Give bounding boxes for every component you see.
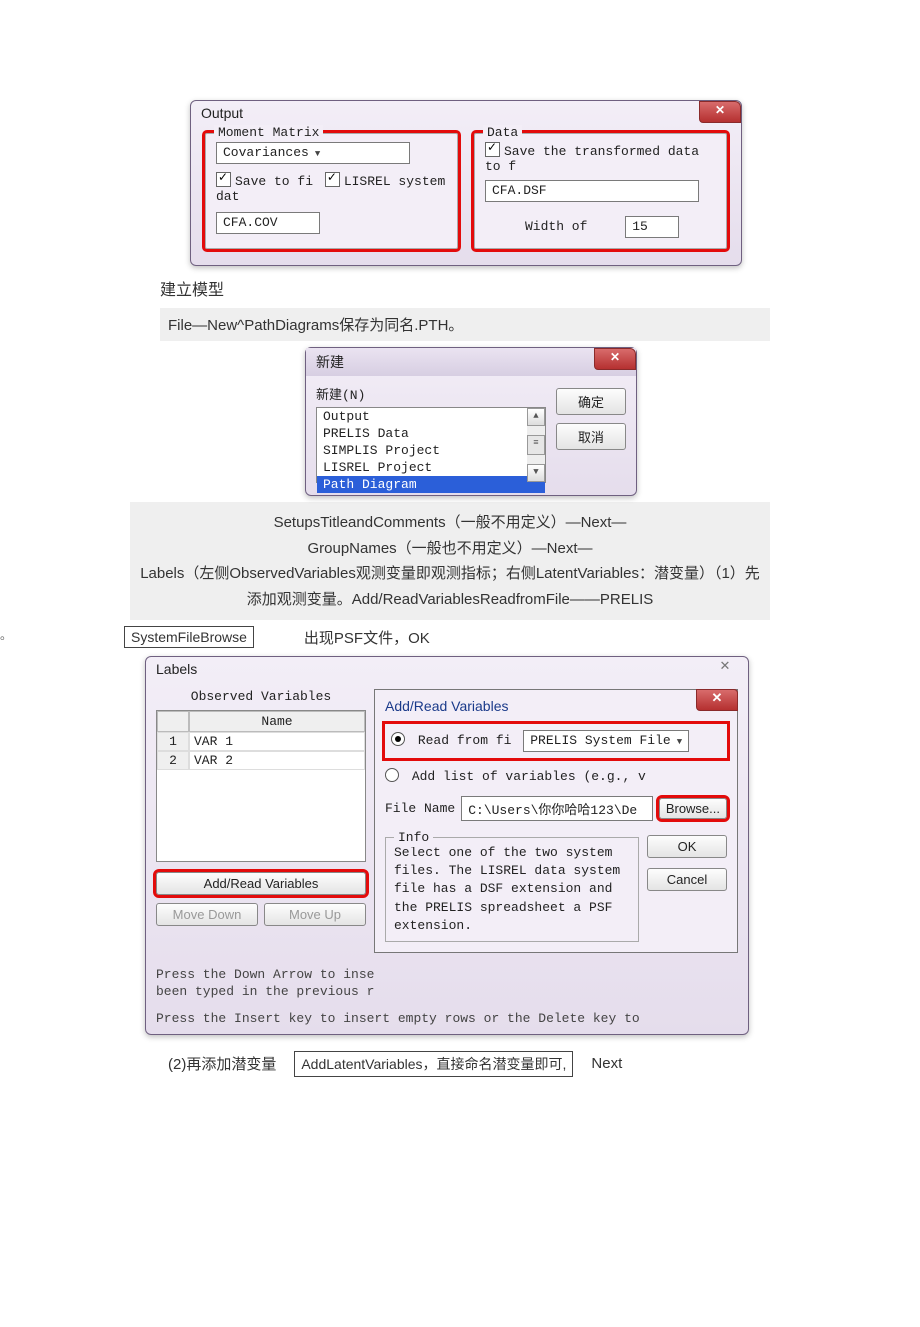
list-item[interactable]: PRELIS Data bbox=[317, 425, 545, 442]
labels-dialog-title: Labels bbox=[146, 657, 748, 681]
add-read-variables-dialog: Add/Read Variables ✕ Read from fi PRELIS… bbox=[374, 689, 738, 953]
data-legend: Data bbox=[483, 125, 522, 140]
data-group: Data Save the transformed data to f CFA.… bbox=[474, 133, 727, 249]
dsf-file-input[interactable]: CFA.DSF bbox=[485, 180, 699, 202]
file-name-label: File Name bbox=[385, 801, 455, 816]
read-from-label: Read from fi bbox=[418, 733, 512, 748]
move-up-button[interactable]: Move Up bbox=[264, 903, 366, 926]
gray-instructions: SetupsTitleandComments（一般不用定义）—Next— Gro… bbox=[130, 502, 770, 620]
hint-line-1: Press the Down Arrow to inse bbox=[146, 963, 748, 984]
observed-variables-panel: Observed Variables Name 1 VAR 1 2 VAR 2 bbox=[156, 689, 366, 953]
add-list-label: Add list of variables (e.g., v bbox=[412, 769, 646, 784]
save-transformed-label: Save the transformed data to f bbox=[485, 144, 699, 174]
name-column-header: Name bbox=[189, 711, 365, 732]
cov-file-input[interactable]: CFA.COV bbox=[216, 212, 320, 234]
list-item[interactable]: SIMPLIS Project bbox=[317, 442, 545, 459]
read-from-file-radio[interactable] bbox=[391, 732, 405, 746]
close-icon[interactable]: ✕ bbox=[710, 659, 740, 674]
info-text: Select one of the two system files. The … bbox=[394, 845, 620, 933]
new-type-listbox[interactable]: Output PRELIS Data SIMPLIS Project LISRE… bbox=[316, 407, 546, 483]
ok-button[interactable]: OK bbox=[647, 835, 727, 858]
table-row[interactable]: 2 VAR 2 bbox=[157, 751, 365, 770]
margin-char: 。 bbox=[0, 626, 12, 643]
caption-model: 建立模型 bbox=[160, 276, 770, 300]
browse-button[interactable]: Browse... bbox=[659, 798, 727, 819]
moment-matrix-group: Moment Matrix Covariances Save to fi LIS… bbox=[205, 133, 458, 249]
list-item[interactable]: Output bbox=[317, 408, 545, 425]
ok-button[interactable]: 确定 bbox=[556, 388, 626, 415]
footer-mid-box: AddLatentVariables，直接命名潜变量即可, bbox=[294, 1051, 573, 1077]
save-to-fi-label: Save to fi bbox=[235, 174, 313, 189]
scroll-thumb[interactable]: ≡ bbox=[527, 435, 545, 455]
new-label: 新建(N) bbox=[316, 384, 546, 403]
close-icon[interactable]: ✕ bbox=[594, 348, 636, 370]
observed-header: Observed Variables bbox=[156, 689, 366, 704]
new-dialog-title: 新建 bbox=[306, 348, 636, 376]
add-read-title: Add/Read Variables bbox=[385, 698, 727, 714]
move-down-button[interactable]: Move Down bbox=[156, 903, 258, 926]
scroll-up-icon[interactable]: ▲ bbox=[527, 408, 545, 426]
moment-matrix-legend: Moment Matrix bbox=[214, 125, 323, 140]
table-row[interactable]: 1 VAR 1 bbox=[157, 732, 365, 751]
info-box: Info Select one of the two system files.… bbox=[385, 837, 639, 942]
scrollbar[interactable]: ▲ ≡ ▼ bbox=[527, 408, 545, 482]
observed-table: Name 1 VAR 1 2 VAR 2 bbox=[156, 710, 366, 862]
add-list-radio[interactable] bbox=[385, 768, 399, 782]
hint-line-2: been typed in the previous r bbox=[146, 984, 748, 1001]
cancel-button[interactable]: Cancel bbox=[647, 868, 727, 891]
footer-line: (2)再添加潜变量 AddLatentVariables，直接命名潜变量即可, … bbox=[168, 1051, 770, 1077]
system-file-browse-box: SystemFileBrowse bbox=[124, 626, 254, 648]
step-new: File—New^PathDiagrams保存为同名.PTH。 bbox=[160, 308, 770, 341]
close-icon[interactable]: ✕ bbox=[699, 101, 741, 123]
info-legend: Info bbox=[394, 829, 433, 847]
scroll-down-icon[interactable]: ▼ bbox=[527, 464, 545, 482]
psf-note: 出现PSF文件，OK bbox=[304, 627, 430, 648]
footer-left: (2)再添加潜变量 bbox=[168, 1053, 276, 1074]
width-input[interactable]: 15 bbox=[625, 216, 679, 238]
labels-dialog: Labels ✕ Observed Variables Name 1 VAR 1… bbox=[145, 656, 749, 1035]
list-item-selected[interactable]: Path Diagram bbox=[317, 476, 545, 493]
cancel-button[interactable]: 取消 bbox=[556, 423, 626, 450]
width-label: Width of bbox=[525, 219, 587, 234]
moment-matrix-select[interactable]: Covariances bbox=[216, 142, 410, 164]
save-to-fi-checkbox[interactable] bbox=[216, 172, 231, 187]
new-dialog: 新建 ✕ 新建(N) Output PRELIS Data SIMPLIS Pr… bbox=[305, 347, 637, 496]
lisrel-sys-checkbox[interactable] bbox=[325, 172, 340, 187]
output-dialog: Output ✕ Moment Matrix Covariances Save … bbox=[190, 100, 742, 266]
output-dialog-title: Output bbox=[191, 101, 741, 125]
footer-right: Next bbox=[591, 1055, 622, 1072]
row-psf: 。 SystemFileBrowse 出现PSF文件，OK bbox=[130, 626, 770, 648]
close-icon[interactable]: ✕ bbox=[696, 689, 738, 711]
file-name-input[interactable]: C:\Users\你你哈哈123\De bbox=[461, 796, 653, 821]
save-transformed-checkbox[interactable] bbox=[485, 142, 500, 157]
read-from-select[interactable]: PRELIS System File bbox=[523, 730, 689, 752]
hint-line-3: Press the Insert key to insert empty row… bbox=[146, 1007, 748, 1034]
add-read-variables-button[interactable]: Add/Read Variables bbox=[156, 872, 366, 895]
list-item[interactable]: LISREL Project bbox=[317, 459, 545, 476]
